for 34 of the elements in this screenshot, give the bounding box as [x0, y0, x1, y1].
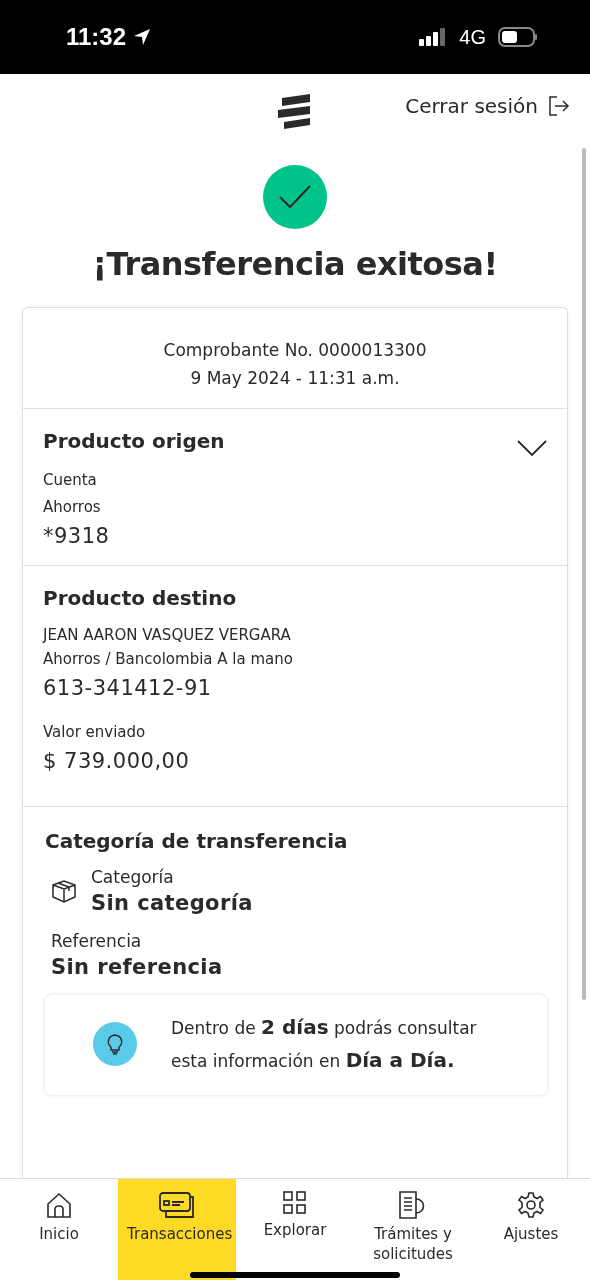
signal-icon	[419, 28, 448, 46]
section-heading: Categoría de transferencia	[45, 829, 349, 853]
receipt-number: Comprobante No. 0000013300	[163, 340, 427, 360]
category-label: Categoría	[91, 867, 175, 887]
info-text: Dentro de 2 días podrás consultar esta información en Día a Día.	[171, 1014, 478, 1074]
grid-icon	[283, 1191, 307, 1215]
nav-tab[interactable]: Transacciones	[118, 1179, 236, 1280]
logout-button[interactable]: Cerrar sesión	[405, 94, 570, 118]
lightbulb-icon	[93, 1022, 137, 1066]
success-title: ¡Transferencia exitosa!	[92, 245, 498, 283]
recipient-name: JEAN AARON VASQUEZ VERGARA	[43, 625, 292, 646]
account-subtype: Ahorros	[43, 497, 102, 518]
reference-label: Referencia	[51, 931, 143, 951]
chevron-icon[interactable]	[517, 439, 547, 457]
section-heading: Producto origen	[43, 429, 225, 453]
box-icon	[51, 878, 77, 904]
logout-icon	[548, 95, 570, 117]
recipient-bank: Ahorros / Bancolombia A la mano	[43, 649, 294, 670]
network-label: 4G	[459, 25, 486, 49]
account-number: 613-341412-91	[43, 675, 213, 702]
account-number: *9318	[43, 523, 111, 550]
section-heading: Producto destino	[43, 586, 238, 610]
amount-label: Valor enviado	[43, 722, 147, 743]
receipt-date: 9 May 2024 - 11:31 a.m.	[190, 368, 400, 388]
clock: 11:32	[66, 23, 127, 51]
battery-icon	[498, 27, 538, 47]
location-arrow-icon	[132, 27, 153, 47]
amount-value: $ 739.000,00	[43, 748, 191, 775]
account-type: Cuenta	[43, 470, 98, 491]
reference-value: Sin referencia	[51, 955, 224, 979]
cards-icon	[158, 1191, 196, 1219]
home-icon	[45, 1191, 73, 1219]
settings-icon	[517, 1191, 545, 1219]
category-value: Sin categoría	[91, 891, 253, 915]
